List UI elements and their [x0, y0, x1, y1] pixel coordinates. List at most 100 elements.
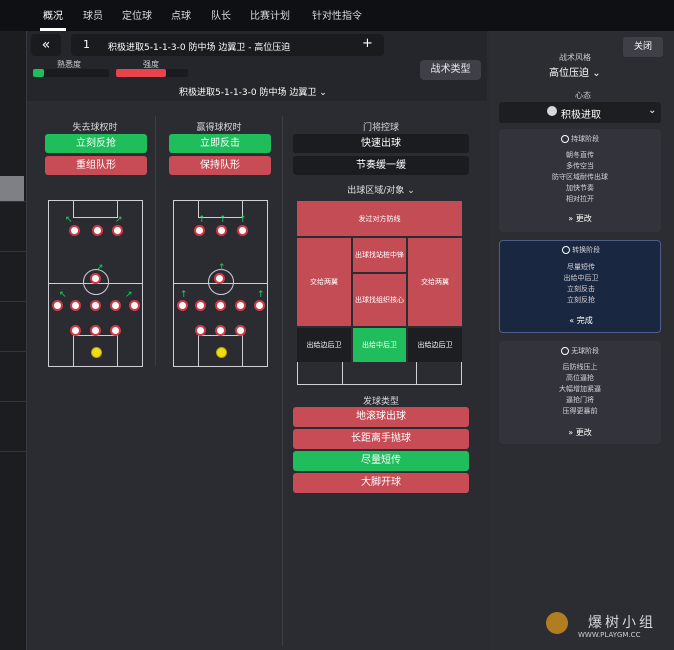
ball-icon [560, 135, 569, 143]
done-button[interactable]: « 完成 [500, 315, 662, 326]
short-distribution-button[interactable]: 尽量短传 [293, 451, 469, 471]
change-button[interactable]: » 更改 [499, 213, 661, 224]
tab-opposition-instructions[interactable]: 针对性指令 [305, 0, 369, 31]
chevron-down-icon: ⌄ [592, 68, 601, 79]
chevron-down-icon: ⌄ [407, 186, 415, 196]
tactic-title: 积极进取5-1-1-3-0 防中场 边翼卫 - 高位压迫 [108, 43, 291, 53]
slow-pace-down-button[interactable]: 节奏缓一缓 [293, 156, 469, 175]
tab-players[interactable]: 球员 [78, 0, 108, 31]
phase-card-in-possession[interactable]: 持球阶段 朝冬直传 多传空当 防守区域耐传出球 加快节奏 相对拉开 » 更改 [499, 129, 661, 232]
close-button[interactable]: 关闭 [623, 37, 663, 57]
zone-right-flank[interactable]: 交给两翼 [408, 238, 462, 326]
phase-title: 持球阶段 [499, 134, 661, 145]
player-marker [215, 325, 226, 336]
player-marker [70, 325, 81, 336]
zone-over-defence[interactable]: 发过对方防线 [297, 201, 462, 236]
zone-target-striker[interactable]: 出球找站桩中锋 [353, 238, 406, 272]
phase-item: 压得更暴前 [562, 407, 598, 415]
tactic-type-button[interactable]: 战术类型 [420, 60, 481, 80]
phase-item: 后防线压上 [562, 363, 598, 371]
roll-it-out-button[interactable]: 地滚球出球 [293, 407, 469, 427]
regroup-button[interactable]: 重组队形 [45, 156, 147, 175]
mentality-icon [547, 106, 557, 116]
tab-match-plan[interactable]: 比赛计划 [245, 0, 295, 31]
tactic-header: « 1 积极进取5-1-1-3-0 防中场 边翼卫 - 高位压迫 + 熟悉度 强… [27, 31, 487, 101]
player-marker [110, 300, 121, 311]
selected-row-marker [0, 176, 24, 202]
distribution-type-title: 发球类型 [362, 397, 399, 407]
arrow-icon: ↑ [257, 290, 265, 300]
tab-penalties[interactable]: 点球 [166, 0, 196, 31]
top-navigation: 概况 球员 定位球 点球 队长 比赛计划 针对性指令 [0, 0, 674, 31]
player-marker [235, 325, 246, 336]
zone-centre-backs[interactable]: 出给中后卫 [353, 328, 406, 362]
player-marker [112, 225, 123, 236]
counter-press-button[interactable]: 立刻反抢 [45, 134, 147, 153]
style-dropdown[interactable]: 高位压迫 ⌄ [549, 64, 601, 79]
change-button-label: 更改 [575, 428, 592, 437]
tab-captains[interactable]: 队长 [206, 0, 236, 31]
tactic-slot-number: 1 [83, 38, 90, 51]
zone-right-fullback[interactable]: 出给边后卫 [408, 328, 462, 362]
phase-item: 加快节奏 [566, 184, 594, 192]
pitch-lose-ball: ↖ ↗ ↗ ↖ ↗ [48, 200, 143, 367]
tab-overview[interactable]: 概况 [38, 0, 68, 31]
phase-item: 相对拉开 [566, 195, 594, 203]
distribution-area-dropdown[interactable]: 出球区域/对象 ⌄ [293, 183, 469, 196]
player-marker [70, 300, 81, 311]
phase-card-out-of-possession[interactable]: 无球阶段 后防线压上 高位逼抢 大幅增加紧逼 逼抢门将 压得更暴前 » 更改 [499, 341, 661, 444]
player-marker [216, 225, 227, 236]
style-value: 高位压迫 [549, 68, 589, 79]
watermark-text: 爆树小组 [588, 615, 656, 631]
distribute-quickly-button[interactable]: 快速出球 [293, 134, 469, 153]
player-marker [195, 300, 206, 311]
goalkeeper-marker [91, 347, 102, 358]
arrow-icon: ↗ [125, 290, 133, 300]
left-panel-edge [0, 31, 27, 650]
arrow-icon: ↑ [218, 263, 226, 273]
counter-attack-button[interactable]: 立即反击 [169, 134, 271, 153]
transition-icon [561, 246, 570, 254]
phase-item: 多传空当 [566, 162, 594, 170]
zone-left-flank[interactable]: 交给两翼 [297, 238, 351, 326]
phase-title-text: 持球阶段 [571, 135, 600, 143]
arrow-icon: ↑ [180, 290, 188, 300]
player-marker [92, 225, 103, 236]
player-marker [90, 325, 101, 336]
player-marker [214, 273, 225, 284]
phase-title: 转换阶段 [500, 245, 662, 256]
player-marker [52, 300, 63, 311]
phase-item: 出给中后卫 [563, 274, 599, 282]
zone-playmaker[interactable]: 出球找组织核心 [353, 274, 406, 326]
tactic-dropdown[interactable]: 积极进取5-1-1-3-0 防中场 边翼卫 ⌄ [179, 85, 327, 98]
back-button[interactable]: « [31, 34, 61, 56]
zone-left-fullback[interactable]: 出给边后卫 [297, 328, 351, 362]
phase-item: 立刻反击 [567, 285, 595, 293]
no-ball-icon [560, 347, 569, 355]
intensity-bar [116, 69, 188, 77]
mentality-dropdown[interactable]: 积极进取 ⌄ [499, 102, 661, 123]
tab-set-pieces[interactable]: 定位球 [117, 0, 157, 31]
phase-title-text: 无球阶段 [571, 347, 600, 355]
throw-it-long-button[interactable]: 长距离手抛球 [293, 429, 469, 449]
phase-item: 防守区域耐传出球 [552, 173, 608, 181]
player-marker [194, 225, 205, 236]
mentality-value: 积极进取 [561, 110, 601, 121]
arrow-icon: ↑ [239, 215, 247, 225]
long-kick-button[interactable]: 大脚开球 [293, 473, 469, 493]
goalkeeper-marker [216, 347, 227, 358]
familiarity-bar [33, 69, 109, 77]
phase-card-transition[interactable]: 转换阶段 尽量短传 出给中后卫 立刻反击 立刻反抢 « 完成 [499, 240, 661, 333]
watermark-logo [546, 612, 568, 634]
player-marker [110, 325, 121, 336]
hold-shape-button[interactable]: 保持队形 [169, 156, 271, 175]
lose-ball-title: 失去球权时 [72, 123, 118, 133]
pitch-win-ball: ↑ ↑ ↑ ↑ ↑ ↑ [173, 200, 268, 367]
tactic-selector[interactable]: 1 积极进取5-1-1-3-0 防中场 边翼卫 - 高位压迫 + [71, 34, 384, 56]
phase-item: 立刻反抢 [567, 296, 595, 304]
arrow-icon: ↗ [96, 263, 104, 273]
double-chevron-left-icon: « [569, 316, 575, 325]
change-button[interactable]: » 更改 [499, 427, 661, 438]
add-tactic-icon[interactable]: + [362, 36, 373, 51]
phase-title: 无球阶段 [499, 346, 661, 357]
